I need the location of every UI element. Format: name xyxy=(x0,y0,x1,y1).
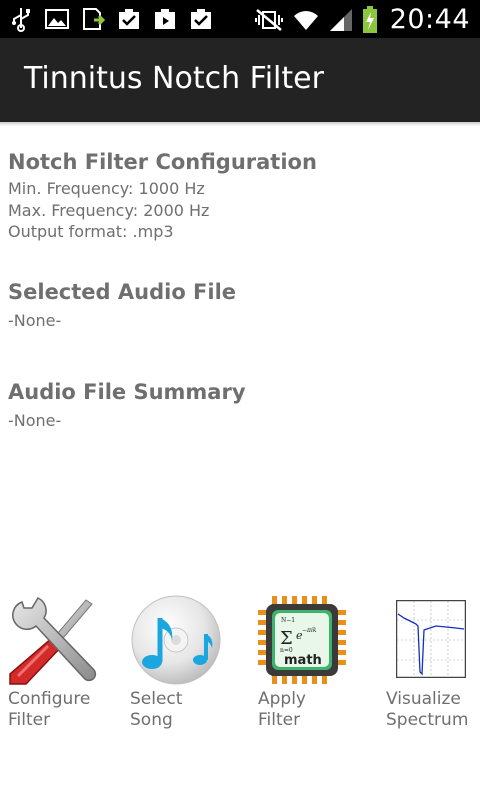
download-icon xyxy=(83,8,106,30)
select-song-button[interactable]: Select Song xyxy=(130,594,250,744)
apply-filter-button[interactable]: Σ e −πik N−1 n=0 math Apply Filter xyxy=(256,594,376,744)
clipboard-play-icon xyxy=(155,9,175,29)
clipboard-check-icon xyxy=(191,9,211,29)
action-buttons: Configure Filter Select Song Σ e −πik N−… xyxy=(0,594,480,744)
summary-section: Audio File Summary -None- xyxy=(8,380,246,432)
select-song-label: Select Song xyxy=(130,689,183,730)
selected-file-title: Selected Audio File xyxy=(8,280,237,304)
output-format: Output format: .mp3 xyxy=(8,222,174,241)
clock: 20:44 xyxy=(389,4,470,35)
notification-icons xyxy=(8,6,214,32)
svg-text:N−1: N−1 xyxy=(281,617,295,624)
summary-title: Audio File Summary xyxy=(8,380,246,404)
min-frequency: Min. Frequency: 1000 Hz xyxy=(8,179,205,198)
status-bar: 20:44 xyxy=(0,0,480,38)
action-bar-shadow xyxy=(0,122,480,126)
signal-icon xyxy=(329,8,352,31)
wifi-icon xyxy=(293,10,318,30)
action-bar: Tinnitus Notch Filter xyxy=(0,38,480,122)
apply-filter-label: Apply Filter xyxy=(258,689,306,730)
summary-value: -None- xyxy=(8,411,62,430)
system-icons: 20:44 xyxy=(254,4,470,35)
wrench-screwdriver-icon xyxy=(9,597,97,685)
usb-icon xyxy=(12,8,30,32)
max-frequency: Max. Frequency: 2000 Hz xyxy=(8,200,210,220)
image-icon xyxy=(45,9,69,29)
clipboard-check-icon xyxy=(119,9,139,29)
app-title: Tinnitus Notch Filter xyxy=(24,61,324,96)
visualize-spectrum-label: Visualize Spectrum xyxy=(386,689,469,730)
config-title: Notch Filter Configuration xyxy=(8,150,317,174)
configure-filter-label: Configure Filter xyxy=(8,689,91,730)
config-section: Notch Filter Configuration Min. Frequenc… xyxy=(8,150,317,243)
spectrum-plot-icon xyxy=(396,600,466,678)
battery-charging-icon xyxy=(362,5,377,33)
visualize-spectrum-button[interactable]: Visualize Spectrum xyxy=(386,594,480,744)
math-chip-icon: Σ e −πik N−1 n=0 math xyxy=(258,596,346,684)
selected-file-value: -None- xyxy=(8,311,62,330)
configure-filter-button[interactable]: Configure Filter xyxy=(8,594,128,744)
mute-vibrate-icon xyxy=(254,8,283,31)
selected-file-section: Selected Audio File -None- xyxy=(8,280,236,332)
music-cd-icon xyxy=(131,595,221,685)
svg-text:math: math xyxy=(284,653,322,668)
svg-text:−πik: −πik xyxy=(302,627,317,634)
svg-text:Σ: Σ xyxy=(280,628,293,649)
